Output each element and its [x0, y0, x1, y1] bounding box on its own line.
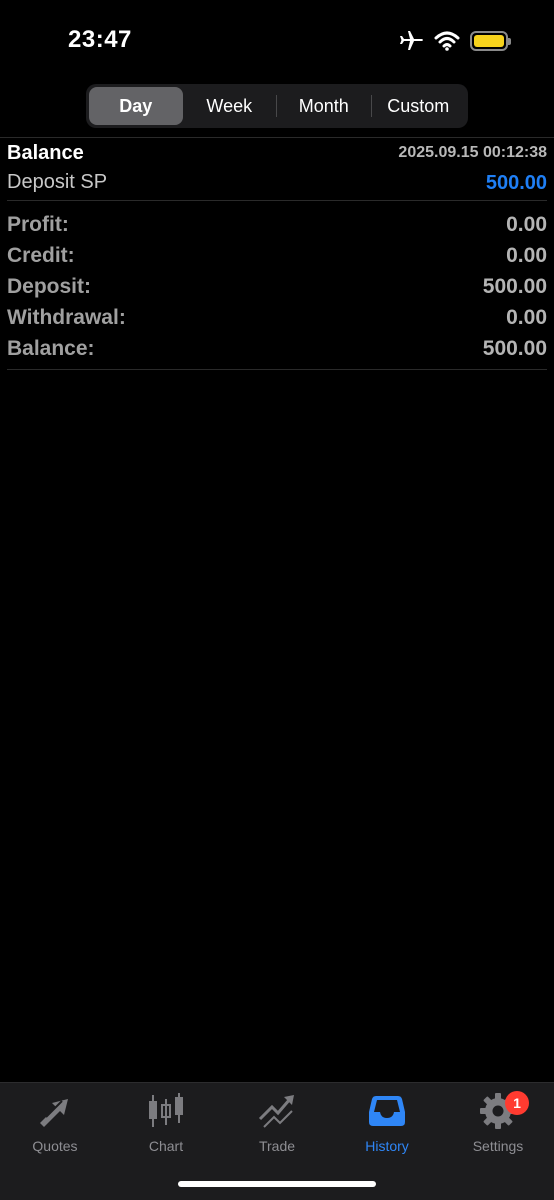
tab-trade[interactable]: Trade — [222, 1091, 332, 1155]
tab-quotes[interactable]: Quotes — [0, 1091, 110, 1155]
tab-week[interactable]: Week — [183, 87, 277, 125]
status-time: 23:47 — [68, 26, 132, 53]
status-icons — [398, 30, 511, 52]
summary-row-profit: Profit: 0.00 — [7, 209, 547, 240]
entry-datetime: 2025.09.15 00:12:38 — [398, 144, 547, 161]
summary-row-withdrawal: Withdrawal: 0.00 — [7, 302, 547, 333]
tab-chart[interactable]: Chart — [111, 1091, 221, 1155]
inbox-tray-icon — [367, 1091, 407, 1131]
summary-value: 500.00 — [482, 336, 547, 360]
tab-label: Chart — [148, 1138, 184, 1154]
entry-description: Deposit SP — [7, 171, 108, 193]
summary-label: Balance: — [7, 336, 95, 360]
wifi-icon — [434, 31, 460, 51]
divider — [7, 200, 547, 201]
divider — [0, 137, 554, 138]
summary-row-credit: Credit: 0.00 — [7, 240, 547, 271]
tab-settings[interactable]: 1 Settings — [443, 1091, 553, 1155]
tab-label: Settings — [472, 1138, 524, 1154]
entry-type: Balance — [7, 142, 84, 164]
divider — [7, 369, 547, 370]
summary-value: 500.00 — [482, 274, 547, 298]
summary-value: 0.00 — [506, 243, 547, 267]
trade-trend-icon — [257, 1091, 297, 1131]
summary-label: Deposit: — [7, 274, 91, 298]
summary-panel: Profit: 0.00 Credit: 0.00 Deposit: 500.0… — [7, 209, 547, 364]
tab-label: Quotes — [32, 1138, 78, 1154]
tab-custom[interactable]: Custom — [372, 87, 466, 125]
tab-label: Trade — [258, 1138, 296, 1154]
candlestick-chart-icon — [146, 1091, 186, 1131]
summary-row-deposit: Deposit: 500.00 — [7, 271, 547, 302]
quotes-arrows-icon — [35, 1091, 75, 1131]
summary-label: Withdrawal: — [7, 305, 126, 329]
tab-day[interactable]: Day — [89, 87, 183, 125]
status-bar: 23:47 — [0, 0, 554, 80]
summary-value: 0.00 — [506, 212, 547, 236]
notification-badge: 1 — [505, 1091, 529, 1115]
tab-history[interactable]: History — [332, 1091, 442, 1155]
summary-row-balance: Balance: 500.00 — [7, 333, 547, 364]
tab-label: History — [365, 1138, 409, 1154]
summary-label: Profit: — [7, 212, 69, 236]
tab-month[interactable]: Month — [277, 87, 371, 125]
battery-icon — [470, 31, 511, 51]
home-indicator[interactable] — [178, 1181, 376, 1187]
summary-label: Credit: — [7, 243, 75, 267]
summary-value: 0.00 — [506, 305, 547, 329]
period-segmented-control: Day Week Month Custom — [86, 84, 468, 128]
airplane-icon — [398, 30, 424, 52]
entry-amount: 500.00 — [485, 172, 547, 194]
